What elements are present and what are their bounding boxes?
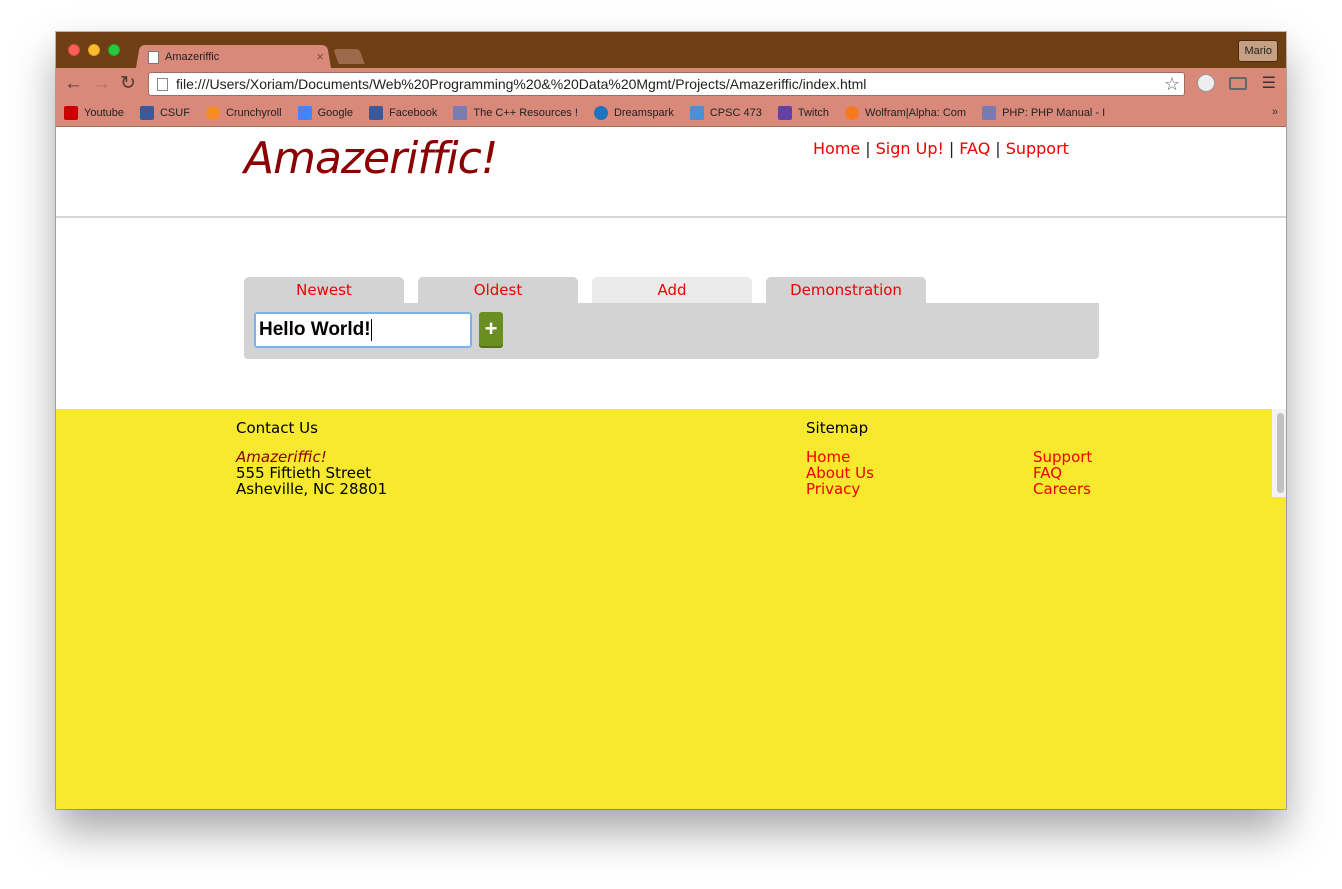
bookmark-star-icon[interactable]: ☆ (1164, 74, 1180, 95)
bookmark-youtube[interactable]: Youtube (64, 106, 124, 120)
bookmark-facebook[interactable]: Facebook (369, 106, 437, 120)
contact-heading: Contact Us (236, 419, 318, 437)
todo-input-value: Hello World! (259, 319, 371, 340)
bookmark-google[interactable]: Google (297, 106, 353, 120)
bookmark-php-manual[interactable]: PHP: PHP Manual - I (982, 106, 1105, 120)
tab-newest[interactable]: Newest (244, 277, 404, 303)
reload-icon[interactable]: ↻ (120, 74, 136, 94)
back-arrow-icon[interactable]: ← (64, 74, 83, 94)
cast-icon[interactable] (1229, 77, 1247, 90)
bookmark-wolfram-alpha[interactable]: Wolfram|Alpha: Com (845, 106, 966, 120)
sitemap-column-2: Support FAQ Careers (1033, 449, 1092, 497)
bookmark-dreamspark[interactable]: Dreamspark (593, 106, 674, 120)
dreamspark-icon (593, 106, 608, 120)
crunchyroll-icon (205, 106, 220, 120)
address-line-1: 555 Fiftieth Street (236, 464, 372, 482)
page-viewport: Amazeriffic! Home | Sign Up! | FAQ | Support N… (56, 127, 1286, 809)
profile-button[interactable]: Mario (1238, 40, 1278, 62)
browser-window: Amazeriffic × Mario ← → ↻ file:///Users/… (56, 32, 1286, 809)
cpp-resources-icon (453, 106, 468, 120)
page-icon (157, 77, 168, 91)
sitemap-link-careers[interactable]: Careers (1033, 481, 1092, 497)
tab-title: Amazeriffic (165, 51, 220, 63)
sitemap-link-home[interactable]: Home (806, 449, 874, 465)
url-text: file:///Users/Xoriam/Documents/Web%20Pro… (176, 76, 867, 92)
address-line-2: Asheville, NC 28801 (236, 480, 388, 498)
bookmark-csuf[interactable]: CSUF (139, 106, 190, 120)
top-nav: Home | Sign Up! | FAQ | Support (813, 139, 1069, 158)
bookmark-crunchyroll[interactable]: Crunchyroll (205, 106, 282, 120)
contact-name: Amazeriffic! (236, 448, 327, 466)
sitemap-column-1: Home About Us Privacy (806, 449, 874, 497)
site-header: Amazeriffic! Home | Sign Up! | FAQ | Support (56, 127, 1286, 218)
nav-faq[interactable]: FAQ (959, 139, 990, 158)
contact-info: Amazeriffic! 555 Fiftieth Street Ashevil… (236, 449, 387, 497)
browser-tab-content[interactable]: Amazeriffic × (148, 46, 328, 68)
tab-demonstration[interactable]: Demonstration (766, 277, 926, 303)
tab-content-panel: Hello World! + (244, 303, 1099, 359)
browser-toolbar: ← → ↻ file:///Users/Xoriam/Documents/Web… (56, 68, 1286, 100)
sitemap-heading: Sitemap (806, 419, 869, 437)
twitch-icon (777, 106, 792, 120)
extension-icon[interactable] (1197, 74, 1215, 92)
sitemap-link-support[interactable]: Support (1033, 449, 1092, 465)
site-logo: Amazeriffic! (244, 133, 498, 184)
tab-add[interactable]: Add (592, 277, 752, 303)
close-window-button[interactable] (68, 44, 80, 56)
cpsc-473-icon (689, 106, 704, 120)
facebook-icon (369, 106, 384, 120)
tab-close-icon[interactable]: × (316, 49, 324, 64)
forward-arrow-icon[interactable]: → (92, 74, 111, 94)
more-bookmarks-icon[interactable]: » (1272, 106, 1278, 118)
sitemap-link-privacy[interactable]: Privacy (806, 481, 874, 497)
nav-support[interactable]: Support (1006, 139, 1069, 158)
bookmark-cpsc-473[interactable]: CPSC 473 (689, 106, 762, 120)
nav-sign-up[interactable]: Sign Up! (876, 139, 944, 158)
google-icon (297, 106, 312, 120)
csuf-icon (139, 106, 154, 120)
menu-icon[interactable]: ☰ (1262, 76, 1276, 92)
youtube-icon (64, 106, 78, 120)
minimize-window-button[interactable] (88, 44, 100, 56)
nav-home[interactable]: Home (813, 139, 860, 158)
address-bar[interactable]: file:///Users/Xoriam/Documents/Web%20Pro… (148, 72, 1185, 96)
site-footer: Contact Us Amazeriffic! 555 Fiftieth Str… (56, 409, 1286, 809)
nav-separator: | (995, 139, 1001, 158)
bookmark-cpp-resources[interactable]: The C++ Resources ! (453, 106, 578, 120)
scrollbar-thumb[interactable] (1277, 413, 1284, 493)
text-caret (370, 318, 372, 341)
sitemap-link-faq[interactable]: FAQ (1033, 465, 1092, 481)
bookmarks-bar: Youtube CSUF Crunchyroll Google Facebook… (56, 100, 1286, 127)
nav-separator: | (948, 139, 955, 158)
nav-separator: | (865, 139, 871, 158)
zoom-window-button[interactable] (108, 44, 120, 56)
bookmark-twitch[interactable]: Twitch (777, 106, 829, 120)
new-tab-button[interactable] (333, 49, 365, 64)
document-icon (148, 50, 159, 64)
php-icon (982, 106, 997, 120)
sitemap-link-about-us[interactable]: About Us (806, 465, 874, 481)
todo-input[interactable]: Hello World! (254, 312, 472, 348)
title-bar: Amazeriffic × Mario (56, 32, 1286, 68)
vertical-scrollbar[interactable] (1272, 409, 1286, 497)
tab-oldest[interactable]: Oldest (418, 277, 578, 303)
add-button[interactable]: + (479, 312, 503, 348)
wolfram-alpha-icon (845, 106, 860, 120)
